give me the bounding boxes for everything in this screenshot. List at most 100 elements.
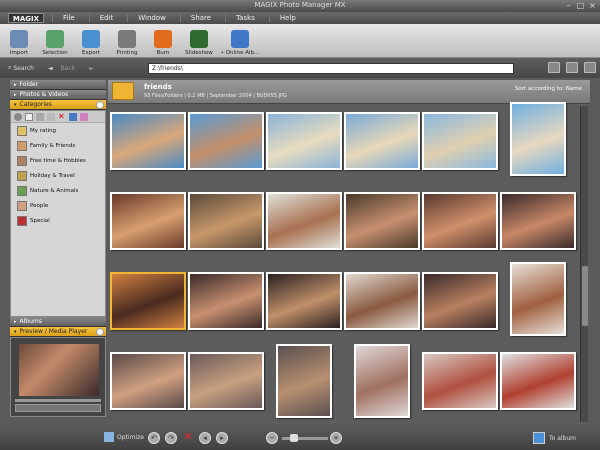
photo-image bbox=[346, 194, 418, 248]
to-album-button[interactable]: To album bbox=[532, 432, 576, 444]
photo-thumbnail[interactable] bbox=[276, 344, 332, 418]
selection-button[interactable]: Selection bbox=[38, 24, 72, 58]
photo-image bbox=[112, 274, 184, 328]
delete-icon[interactable]: ✕ bbox=[58, 112, 66, 121]
menu-help[interactable]: Help bbox=[268, 14, 306, 22]
photo-thumbnail[interactable] bbox=[422, 192, 498, 250]
photo-thumbnail[interactable] bbox=[188, 192, 264, 250]
menu-edit[interactable]: Edit bbox=[88, 14, 124, 22]
category-item[interactable]: People bbox=[11, 198, 105, 213]
close-icon[interactable]: × bbox=[588, 1, 597, 10]
category-item[interactable]: Family & Friends bbox=[11, 138, 105, 153]
zoom-out-button[interactable]: − bbox=[266, 432, 278, 444]
photo-thumbnail[interactable] bbox=[422, 352, 498, 410]
photo-thumbnail[interactable] bbox=[344, 192, 420, 250]
photo-thumbnail[interactable] bbox=[422, 272, 498, 330]
export-button[interactable]: Export bbox=[74, 24, 108, 58]
photo-thumbnail[interactable] bbox=[110, 192, 186, 250]
up-button[interactable]: ◄ bbox=[48, 65, 53, 72]
minimize-icon[interactable]: – bbox=[564, 1, 573, 10]
rotate-left-button[interactable]: ↶ bbox=[148, 432, 160, 444]
menu-file[interactable]: File bbox=[52, 14, 85, 22]
photo-thumbnail[interactable] bbox=[188, 272, 264, 330]
online-album-button[interactable]: • Online Alb... bbox=[218, 24, 262, 58]
sort-icon[interactable] bbox=[566, 62, 578, 73]
menu-window[interactable]: Window bbox=[127, 14, 176, 22]
tag-icon[interactable] bbox=[36, 112, 44, 121]
back-button[interactable]: Back bbox=[61, 65, 76, 72]
preview-panel bbox=[10, 337, 106, 417]
photo-thumbnail[interactable] bbox=[188, 352, 264, 410]
forward-button[interactable]: ► bbox=[89, 65, 94, 72]
menu-share[interactable]: Share bbox=[179, 14, 221, 22]
pin-icon[interactable] bbox=[96, 328, 104, 336]
category-item[interactable]: Free time & Hobbies bbox=[11, 153, 105, 168]
scrollbar-thumb[interactable] bbox=[582, 266, 588, 326]
rotate-right-button[interactable]: ↷ bbox=[165, 432, 177, 444]
preview-header[interactable]: ▾ Preview / Media Player bbox=[10, 327, 106, 337]
photo-thumbnail[interactable] bbox=[510, 102, 566, 176]
photo-image bbox=[424, 274, 496, 328]
photo-thumbnail[interactable] bbox=[344, 112, 420, 170]
zoom-in-button[interactable]: + bbox=[330, 432, 342, 444]
folder-header[interactable]: ▸ Folder bbox=[10, 80, 106, 90]
search-button[interactable]: ⌕ Search bbox=[8, 64, 34, 72]
photo-thumbnail[interactable] bbox=[344, 272, 420, 330]
view-mode-icon[interactable] bbox=[548, 62, 560, 73]
folder-icon bbox=[112, 82, 134, 100]
photo-image bbox=[278, 346, 330, 416]
optimize-button[interactable]: Optimize bbox=[104, 432, 144, 442]
sort-dropdown[interactable]: Sort according to: Name bbox=[515, 86, 582, 92]
rating-icon bbox=[17, 125, 27, 136]
settings-icon[interactable] bbox=[14, 112, 22, 121]
albums-header[interactable]: ▸ Albums bbox=[10, 317, 106, 327]
photo-thumbnail[interactable] bbox=[188, 112, 264, 170]
previous-button[interactable]: ◂ bbox=[199, 432, 211, 444]
assign-icon[interactable] bbox=[47, 112, 55, 121]
photo-thumbnail[interactable] bbox=[266, 112, 342, 170]
category-item[interactable]: Holiday & Travel bbox=[11, 168, 105, 183]
photos-videos-header[interactable]: ▸ Photos & Videos bbox=[10, 90, 106, 100]
path-input[interactable]: Z:\friends\ bbox=[148, 63, 514, 74]
category-item[interactable]: Special bbox=[11, 213, 105, 228]
menu-tasks[interactable]: Tasks bbox=[225, 14, 265, 22]
slideshow-button[interactable]: Slideshow bbox=[182, 24, 216, 58]
vertical-scrollbar[interactable] bbox=[580, 106, 588, 422]
photo-thumbnail[interactable] bbox=[354, 344, 410, 418]
photo-image bbox=[512, 104, 564, 174]
new-category-icon[interactable] bbox=[25, 112, 33, 121]
media-controls[interactable] bbox=[15, 404, 101, 412]
category-item[interactable]: Nature & Animals bbox=[11, 183, 105, 198]
import-button[interactable]: Import bbox=[2, 24, 36, 58]
photo-image bbox=[112, 114, 184, 168]
photo-thumbnail[interactable] bbox=[266, 272, 342, 330]
photo-thumbnail[interactable] bbox=[110, 272, 186, 330]
folder-info-bar: friends 93 Files/Folders | 0.2 MB | Sept… bbox=[108, 80, 590, 104]
photo-image bbox=[190, 194, 262, 248]
photo-thumbnail[interactable] bbox=[510, 262, 566, 336]
special-icon bbox=[17, 215, 27, 226]
categories-header[interactable]: ▾ Categories bbox=[10, 100, 106, 110]
info-icon[interactable] bbox=[584, 62, 596, 73]
maximize-icon[interactable]: □ bbox=[576, 1, 585, 10]
eraser-icon[interactable] bbox=[80, 112, 88, 121]
photo-image bbox=[346, 274, 418, 328]
zoom-slider[interactable] bbox=[282, 434, 328, 442]
printing-button[interactable]: Printing bbox=[110, 24, 144, 58]
photo-thumbnail[interactable] bbox=[110, 352, 186, 410]
photo-thumbnail[interactable] bbox=[500, 192, 576, 250]
next-button[interactable]: ▸ bbox=[216, 432, 228, 444]
photo-thumbnail[interactable] bbox=[110, 112, 186, 170]
pin-icon[interactable] bbox=[96, 101, 104, 109]
photo-thumbnail[interactable] bbox=[266, 192, 342, 250]
burn-button[interactable]: Burn bbox=[146, 24, 180, 58]
main-view: friends 93 Files/Folders | 0.2 MB | Sept… bbox=[108, 80, 590, 425]
edit-icon[interactable] bbox=[69, 112, 77, 121]
photo-thumbnail[interactable] bbox=[500, 352, 576, 410]
search-icon: ⌕ bbox=[8, 64, 12, 71]
delete-button[interactable]: ✕ bbox=[182, 431, 194, 444]
photo-thumbnail[interactable] bbox=[422, 112, 498, 170]
zoom-slider-thumb[interactable] bbox=[290, 434, 298, 442]
category-item[interactable]: My rating bbox=[11, 123, 105, 138]
preview-seek-slider[interactable] bbox=[15, 399, 101, 402]
